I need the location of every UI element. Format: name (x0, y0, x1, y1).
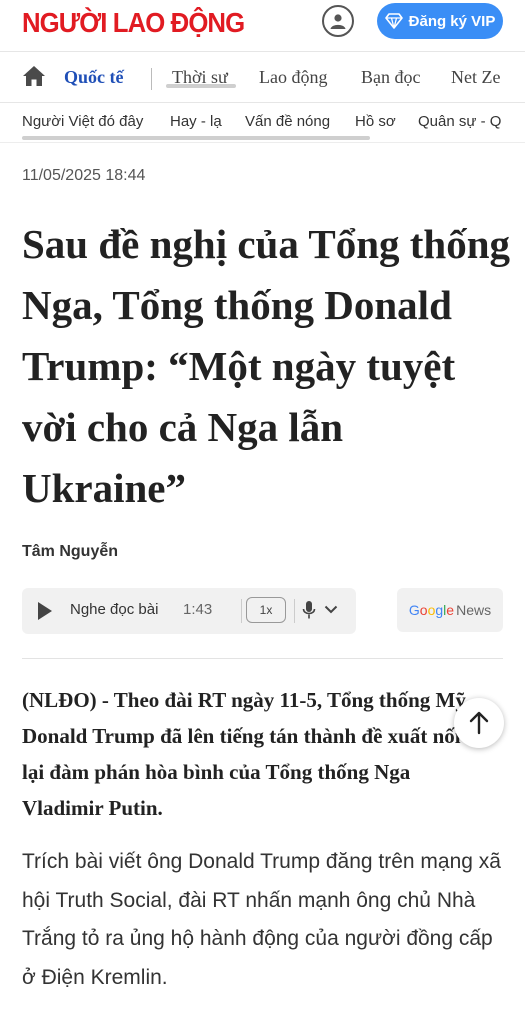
subnav-item-quan-su[interactable]: Quân sự - Q (418, 113, 501, 130)
article-paragraph: Trích bài viết ông Donald Trump đăng trê… (22, 850, 501, 989)
article-author[interactable]: Tâm Nguyễn (22, 543, 118, 561)
google-letter: g (435, 602, 444, 618)
listen-label[interactable]: Nghe đọc bài (70, 601, 158, 618)
divider (294, 599, 295, 623)
audio-player: Nghe đọc bài 1:43 1x (22, 588, 356, 634)
subnav-item-hay-la[interactable]: Hay - lạ (170, 113, 222, 130)
play-icon[interactable] (36, 601, 54, 621)
google-news-button[interactable]: Google News (397, 588, 503, 632)
news-label: News (456, 602, 492, 618)
user-circle-icon (330, 14, 346, 29)
google-logo-text: Google (409, 602, 454, 618)
arrow-up-icon (469, 711, 489, 735)
site-header: NGƯỜI LAO ĐỘNG Đăng ký VIP (0, 0, 525, 48)
chevron-down-icon[interactable] (324, 605, 338, 614)
playback-speed-button[interactable]: 1x (246, 597, 286, 623)
nav-item-lao-dong[interactable]: Lao động (259, 67, 327, 88)
divider (241, 599, 242, 623)
nav-item-net-zero[interactable]: Net Ze (451, 67, 500, 88)
subnav-item-ho-so[interactable]: Hồ sơ (355, 113, 396, 130)
article-title: Sau đề nghị của Tổng thống Nga, Tổng thố… (22, 221, 511, 511)
google-letter: o (419, 602, 428, 618)
subnav-item-nguoi-viet[interactable]: Người Việt đó đây (22, 113, 143, 130)
divider (0, 102, 525, 103)
nav-item-ban-doc[interactable]: Bạn đọc (361, 67, 420, 88)
divider (0, 51, 525, 52)
article-lead: (NLĐO) - Theo đài RT ngày 11-5, Tổng thố… (22, 688, 466, 820)
divider (22, 658, 503, 659)
subnav-item-van-de-nong[interactable]: Vấn đề nóng (245, 113, 330, 130)
main-nav: Quốc tế Thời sự Lao động Bạn đọc Net Ze (0, 55, 525, 101)
google-letter: G (408, 602, 420, 618)
vip-label: Đăng ký VIP (408, 12, 496, 30)
site-logo[interactable]: NGƯỜI LAO ĐỘNG (22, 5, 245, 41)
divider (0, 142, 525, 143)
audio-duration: 1:43 (183, 601, 213, 618)
vip-subscribe-button[interactable]: Đăng ký VIP (377, 3, 503, 39)
microphone-icon[interactable] (302, 600, 316, 620)
nav-item-quoc-te[interactable]: Quốc tế (64, 67, 123, 88)
google-letter: e (446, 602, 455, 618)
nav-scrollbar[interactable] (166, 84, 236, 88)
nav-divider (151, 68, 152, 90)
subnav-scrollbar[interactable] (22, 136, 370, 140)
home-icon[interactable] (22, 65, 46, 87)
user-account-button[interactable] (322, 5, 354, 37)
scroll-to-top-button[interactable] (454, 698, 504, 748)
diamond-icon (384, 13, 403, 29)
article-timestamp: 11/05/2025 18:44 (22, 167, 146, 184)
